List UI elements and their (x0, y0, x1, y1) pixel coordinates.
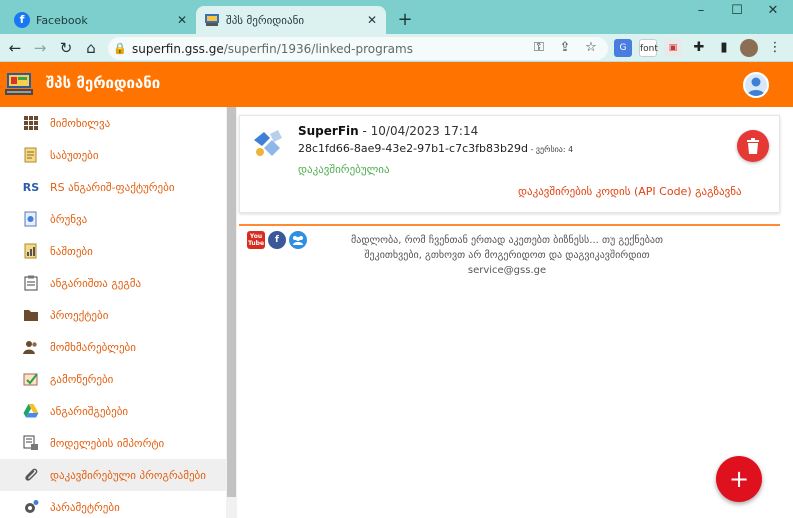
back-arrow-icon[interactable]: ← (4, 37, 26, 59)
lock-icon[interactable]: 🔒 (108, 42, 132, 55)
footer-line-2: შეკითხვები, გთხოვთ არ მოგერიდოთ და დაგვი… (364, 250, 650, 261)
sidebar-item-projects[interactable]: პროექტები (0, 299, 226, 331)
sidebar-item-label: ბრუნვა (50, 212, 88, 226)
grid-icon (22, 114, 40, 132)
maximize-button[interactable]: ☐ (719, 0, 755, 24)
app-title: შპს მერიდიანი (46, 74, 161, 92)
sidebar-item-label: ანგარიშგებები (50, 404, 129, 418)
sidebar-item-model-import[interactable]: მოდელების იმპორტი (0, 427, 226, 459)
forward-arrow-icon[interactable]: → (29, 37, 51, 59)
sidebar-item-label: დაკავშირებული პროგრამები (50, 468, 206, 482)
documents-icon (22, 146, 40, 164)
youtube-icon[interactable]: You Tube (247, 231, 265, 249)
sidebar-item-linked-programs[interactable]: დაკავშირებული პროგრამები (0, 459, 226, 491)
browser-tab-facebook[interactable]: f Facebook ✕ (6, 6, 196, 34)
sidebar-item-label: მოდელების იმპორტი (50, 436, 165, 450)
sidebar-item-balances[interactable]: ნაშთები (0, 235, 226, 267)
delete-button[interactable] (737, 130, 769, 162)
sidebar-item-subscriptions[interactable]: გამოწერები (0, 363, 226, 395)
program-timestamp: - 10/04/2023 17:14 (358, 124, 479, 138)
puzzle-program-icon (250, 126, 286, 162)
program-uid-line: 28c1fd66-8ae9-43e2-97b1-c7c3fb83b29d - ვ… (298, 142, 573, 155)
new-tab-button[interactable]: + (392, 7, 418, 33)
sidebar-item-reports[interactable]: ანგარიშგებები (0, 395, 226, 427)
sidebar-item-label: გამოწერები (50, 372, 114, 386)
browser-tab-meridiani[interactable]: შპს მერიდიანი ✕ (196, 6, 386, 34)
footer-divider (239, 224, 780, 226)
turnover-icon (22, 210, 40, 228)
font-extension-icon[interactable]: font (639, 39, 658, 57)
sidepanel-icon[interactable]: ▮ (715, 39, 733, 57)
bookmark-star-icon[interactable]: ☆ (582, 39, 600, 57)
community-icon[interactable] (289, 231, 307, 249)
browser-toolbar: ← → ↻ ⌂ 🔒 superfin.gss.ge/superfin/1936/… (0, 34, 793, 62)
meridiani-favicon (204, 12, 220, 28)
sidebar-item-label: პროექტები (50, 308, 109, 322)
social-links: You Tube f (247, 231, 307, 249)
connection-status: დაკავშირებულია (298, 163, 390, 176)
facebook-icon: f (14, 12, 30, 28)
translate-icon[interactable]: G (614, 39, 632, 57)
share-icon[interactable]: ⇪ (556, 39, 574, 57)
browser-tab-strip: f Facebook ✕ შპს მერიდიანი ✕ + – ☐ ✕ (0, 0, 793, 34)
menu-kebab-icon[interactable]: ⋮ (766, 39, 784, 57)
scrollbar-thumb[interactable] (227, 107, 236, 497)
minimize-button[interactable]: – (683, 0, 719, 24)
close-tab-icon[interactable]: ✕ (172, 13, 192, 27)
trash-icon (747, 138, 759, 154)
clipboard-icon (22, 274, 40, 292)
close-tab-icon[interactable]: ✕ (362, 13, 382, 27)
footer-text: მადლობა, რომ ჩვენთან ერთად აკეთებთ ბიზნე… (307, 233, 707, 278)
user-avatar[interactable] (743, 72, 769, 98)
sidebar-item-label: ანგარიშთა გეგმა (50, 276, 142, 290)
subscriptions-icon (22, 370, 40, 388)
close-window-button[interactable]: ✕ (755, 0, 791, 24)
import-icon (22, 434, 40, 452)
rs-icon: RS (22, 180, 40, 194)
app-header: შპს მერიდიანი (0, 62, 793, 107)
reload-icon[interactable]: ↻ (55, 37, 77, 59)
sidebar-item-label: საბუთები (50, 148, 99, 162)
paperclip-icon (22, 466, 40, 484)
cast-icon[interactable]: ▣ (664, 39, 682, 57)
puzzle-icon[interactable]: ✚ (690, 39, 708, 57)
sidebar: მიმოხილვა საბუთები RS RS ანგარიშ-ფაქტურე… (0, 107, 226, 518)
program-name: SuperFin (298, 124, 359, 138)
facebook-icon[interactable]: f (268, 231, 286, 249)
send-api-code-link[interactable]: დაკავშირების კოდის (API Code) გაგზავნა (518, 185, 742, 198)
add-program-button[interactable]: + (716, 456, 762, 502)
sidebar-item-label: ნაშთები (50, 244, 93, 258)
main-content: SuperFin - 10/04/2023 17:14 28c1fd66-8ae… (237, 107, 793, 518)
users-icon (22, 338, 40, 356)
sidebar-item-users[interactable]: მომხმარებლები (0, 331, 226, 363)
sidebar-item-chart-of-accounts[interactable]: ანგარიშთა გეგმა (0, 267, 226, 299)
balances-icon (22, 242, 40, 260)
sidebar-item-label: მიმოხილვა (50, 116, 111, 130)
sidebar-item-label: მომხმარებლები (50, 340, 136, 354)
program-header: SuperFin - 10/04/2023 17:14 (298, 124, 478, 138)
footer-line-1: მადლობა, რომ ჩვენთან ერთად აკეთებთ ბიზნე… (351, 235, 663, 246)
folder-icon (22, 306, 40, 324)
footer-email[interactable]: service@gss.ge (307, 263, 707, 278)
sidebar-item-overview[interactable]: მიმოხილვა (0, 107, 226, 139)
sidebar-item-documents[interactable]: საბუთები (0, 139, 226, 171)
app-logo[interactable] (4, 71, 34, 99)
sidebar-item-turnover[interactable]: ბრუნვა (0, 203, 226, 235)
url-text: superfin.gss.ge/superfin/1936/linked-pro… (132, 41, 413, 56)
linked-program-card: SuperFin - 10/04/2023 17:14 28c1fd66-8ae… (239, 115, 780, 213)
sidebar-item-settings[interactable]: პარამეტრები (0, 491, 226, 518)
key-icon[interactable]: ⚿ (530, 39, 548, 57)
program-version: - ვერსია: 4 (527, 145, 574, 154)
sidebar-scrollbar[interactable] (226, 107, 237, 518)
program-uid: 28c1fd66-8ae9-43e2-97b1-c7c3fb83b29d (298, 142, 528, 155)
profile-avatar[interactable] (740, 39, 758, 57)
home-icon[interactable]: ⌂ (80, 37, 102, 59)
sidebar-item-label: პარამეტრები (50, 500, 120, 514)
tab-title: შპს მერიდიანი (226, 13, 305, 27)
settings-icon (22, 498, 40, 516)
google-drive-icon (22, 402, 40, 420)
sidebar-item-label: RS ანგარიშ-ფაქტურები (50, 180, 175, 194)
tab-title: Facebook (36, 13, 88, 27)
sidebar-item-rs-invoices[interactable]: RS RS ანგარიშ-ფაქტურები (0, 171, 226, 203)
